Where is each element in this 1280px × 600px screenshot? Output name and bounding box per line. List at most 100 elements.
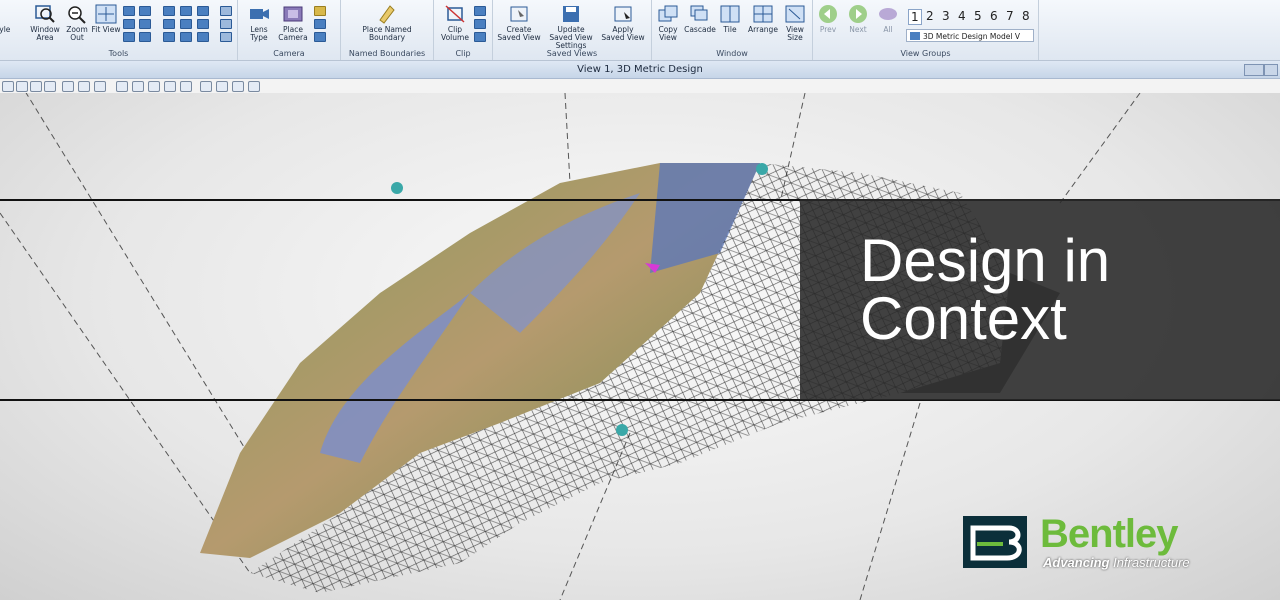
- marker-icon[interactable]: [756, 163, 768, 175]
- copy-view-button[interactable]: Copy View: [652, 4, 684, 42]
- view-attributes-icon[interactable]: [2, 81, 14, 92]
- view-cube-icon[interactable]: [197, 6, 209, 16]
- view-number-7[interactable]: 7: [1006, 9, 1014, 23]
- tool-mini-icon[interactable]: [123, 19, 135, 29]
- view-cube-icon[interactable]: [163, 19, 175, 29]
- fit-view-icon[interactable]: [62, 81, 74, 92]
- window-area-button[interactable]: Window Area: [28, 4, 62, 42]
- view-cube-icon[interactable]: [180, 19, 192, 29]
- cascade-icon: [690, 5, 708, 21]
- view-cube-icon[interactable]: [163, 6, 175, 16]
- view-size-button[interactable]: View Size: [780, 4, 810, 42]
- next-button[interactable]: Next: [845, 4, 871, 34]
- view-size-icon: [785, 5, 805, 23]
- apply-saved-view-button[interactable]: Apply Saved View: [601, 4, 645, 42]
- fit-view-icon: [95, 4, 117, 24]
- clip-group-label: Clip: [455, 49, 471, 58]
- view-number-8[interactable]: 8: [1022, 9, 1030, 23]
- prev-button[interactable]: Prev: [815, 4, 841, 34]
- style-icon: [0, 4, 12, 24]
- pan-view-icon[interactable]: [94, 81, 106, 92]
- fit-view-button[interactable]: Fit View: [89, 4, 123, 34]
- place-camera-icon: [283, 6, 303, 22]
- tool-mini-icon[interactable]: [139, 32, 151, 42]
- camera-group-label: Camera: [273, 49, 305, 58]
- zoom-in-icon[interactable]: [16, 81, 28, 92]
- tool-mini-icon[interactable]: [123, 6, 135, 16]
- view-number-2[interactable]: 2: [926, 9, 934, 23]
- overlay-title: Design in Context: [860, 227, 1111, 352]
- tool-mini-icon[interactable]: [220, 19, 232, 29]
- clip-volume-button[interactable]: Clip Volume: [438, 4, 472, 42]
- tool-mini-icon[interactable]: [220, 32, 232, 42]
- view-number-4[interactable]: 4: [958, 9, 966, 23]
- view-title: View 1, 3D Metric Design: [0, 61, 1280, 79]
- view-cube-icon[interactable]: [197, 32, 209, 42]
- clip-group: Clip Volume Clip: [434, 0, 493, 60]
- marker-icon[interactable]: [391, 182, 403, 194]
- update-saved-view-button[interactable]: Update Saved View Settings: [545, 4, 597, 50]
- model-icon: [910, 32, 920, 40]
- light-icon[interactable]: [248, 81, 260, 92]
- copy-view-icon: [658, 5, 678, 22]
- arrange-button[interactable]: Arrange: [746, 4, 780, 34]
- camera-group: Lens Type Place Camera Camera: [238, 0, 341, 60]
- named-boundary-icon: [379, 5, 395, 24]
- view-cube-icon[interactable]: [197, 19, 209, 29]
- view-number-6[interactable]: 6: [990, 9, 998, 23]
- camera-mini-icon[interactable]: [314, 32, 326, 42]
- create-saved-view-button[interactable]: Create Saved View: [497, 4, 541, 42]
- tool-mini-icon[interactable]: [220, 6, 232, 16]
- tools-group: Style Window Area Zoom Out Fit View: [0, 0, 238, 60]
- camera-mini-icon[interactable]: [314, 6, 326, 16]
- rotate-view-icon[interactable]: [78, 81, 90, 92]
- model-dropdown[interactable]: 3D Metric Design Model V: [906, 29, 1034, 42]
- bentley-wordmark: Bentley: [1040, 512, 1178, 556]
- clip-mini-icon[interactable]: [474, 6, 486, 16]
- tile-button[interactable]: Tile: [716, 4, 744, 34]
- place-camera-button[interactable]: Place Camera: [276, 4, 310, 42]
- view-number-5[interactable]: 5: [974, 9, 982, 23]
- named-boundaries-group: Place Named Boundary Named Boundaries: [341, 0, 434, 60]
- ribbon: Style Window Area Zoom Out Fit View: [0, 0, 1280, 61]
- named-boundaries-group-label: Named Boundaries: [348, 49, 426, 58]
- close-window-icon[interactable]: [1264, 64, 1278, 76]
- clip-mini-icon[interactable]: [474, 19, 486, 29]
- zoom-out-icon: [68, 6, 86, 24]
- clip-volume-icon: [445, 5, 465, 23]
- view-cube-icon[interactable]: [163, 32, 175, 42]
- clip-volume-icon[interactable]: [200, 81, 212, 92]
- clip-mini-icon[interactable]: [474, 32, 486, 42]
- saved-views-group-label: Saved Views: [546, 49, 598, 58]
- place-named-boundary-button[interactable]: Place Named Boundary: [349, 4, 425, 42]
- clip-mask-icon[interactable]: [216, 81, 228, 92]
- tile-icon: [720, 5, 740, 23]
- tool-mini-icon[interactable]: [139, 6, 151, 16]
- view-cube-icon[interactable]: [180, 6, 192, 16]
- window-area-icon: [35, 5, 55, 23]
- walk-icon[interactable]: [116, 81, 128, 92]
- style-button[interactable]: Style: [0, 4, 16, 34]
- restore-window-icon[interactable]: [1244, 64, 1264, 76]
- zoom-out-icon[interactable]: [30, 81, 42, 92]
- tool-mini-icon[interactable]: [139, 19, 151, 29]
- camera-icon[interactable]: [232, 81, 244, 92]
- cascade-button[interactable]: Cascade: [684, 4, 716, 34]
- tool-mini-icon[interactable]: [123, 32, 135, 42]
- previous-view-icon[interactable]: [132, 81, 144, 92]
- camera-mini-icon[interactable]: [314, 19, 326, 29]
- lens-type-button[interactable]: Lens Type: [242, 4, 276, 42]
- all-views-icon: [879, 8, 897, 20]
- save-icon: [563, 6, 579, 22]
- display-style-icon[interactable]: [180, 81, 192, 92]
- window-group-label: Window: [716, 49, 748, 58]
- view-rotation-icon[interactable]: [164, 81, 176, 92]
- view-number-1[interactable]: 1: [908, 9, 922, 25]
- marker-icon[interactable]: [616, 424, 628, 436]
- all-button[interactable]: All: [875, 4, 901, 34]
- view-cube-icon[interactable]: [180, 32, 192, 42]
- view-toolbar: [0, 79, 1280, 93]
- next-view-icon[interactable]: [148, 81, 160, 92]
- view-number-3[interactable]: 3: [942, 9, 950, 23]
- window-area-icon[interactable]: [44, 81, 56, 92]
